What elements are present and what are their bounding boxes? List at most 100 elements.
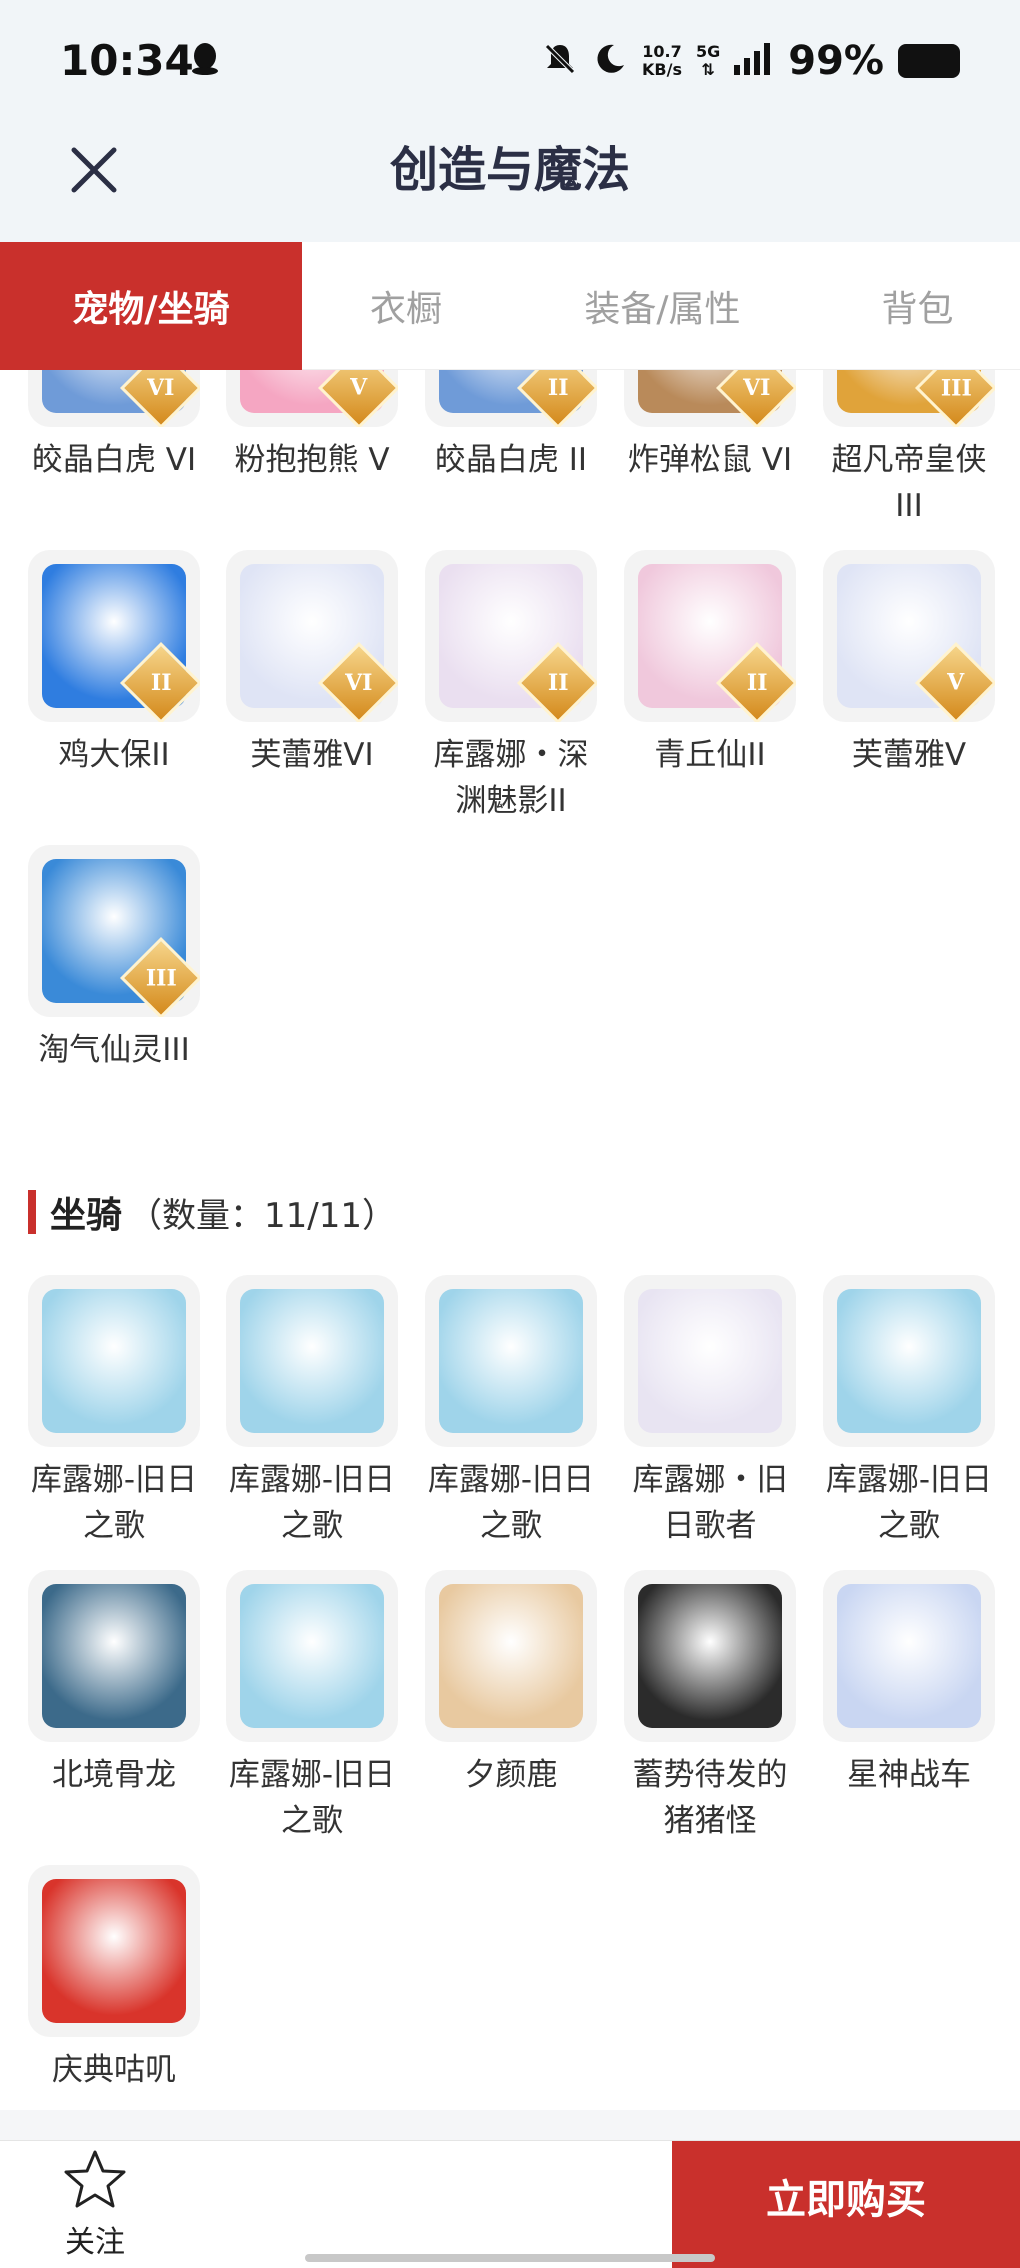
mount-item[interactable]: 库露娜-旧日之歌 bbox=[226, 1570, 398, 1844]
pet-item[interactable]: II 皎晶白虎 II bbox=[425, 370, 597, 483]
item-name: 夕颜鹿 bbox=[464, 1757, 558, 1793]
mount-item[interactable]: 北境骨龙 bbox=[28, 1570, 200, 1798]
tab-bar: 宠物/坐骑 衣橱 装备/属性 背包 bbox=[0, 242, 1020, 370]
item-thumbnail: VI bbox=[226, 550, 398, 722]
follow-label: 关注 bbox=[65, 2225, 125, 2260]
tab-equipment[interactable]: 装备/属性 bbox=[510, 242, 815, 370]
rank-badge: II bbox=[516, 370, 597, 427]
mount-item[interactable]: 库露娜・旧日歌者 bbox=[624, 1275, 796, 1549]
deer-icon bbox=[439, 1584, 583, 1728]
mount-item[interactable]: 库露娜-旧日之歌 bbox=[425, 1275, 597, 1549]
item-thumbnail: V bbox=[226, 370, 398, 427]
pet-item[interactable]: III 淘气仙灵III bbox=[28, 845, 200, 1073]
tab-wardrobe[interactable]: 衣橱 bbox=[302, 242, 510, 370]
rank-badge-label: V bbox=[947, 669, 965, 696]
network-label: 5G bbox=[695, 42, 721, 61]
item-thumbnail bbox=[624, 1275, 796, 1447]
item-name: 库露娜-旧日之歌 bbox=[228, 1462, 396, 1544]
item-name: 超凡帝皇侠 III bbox=[831, 442, 987, 524]
item-name: 鸡大保II bbox=[58, 737, 170, 773]
status-time: 10:34 bbox=[60, 36, 194, 85]
content-area[interactable]: VI 皎晶白虎 VI V 粉抱抱熊 V II 皎晶白虎 II VI 炸弹松鼠 VI III 超凡帝… bbox=[0, 370, 1020, 2140]
mount-item[interactable]: 库露娜-旧日之歌 bbox=[226, 1275, 398, 1549]
star-icon bbox=[63, 2150, 127, 2213]
mount-item[interactable]: 库露娜-旧日之歌 bbox=[823, 1275, 995, 1549]
follow-button[interactable]: 关注 bbox=[50, 2149, 140, 2261]
pet-item[interactable]: III 超凡帝皇侠 III bbox=[823, 370, 995, 529]
item-thumbnail: III bbox=[823, 370, 995, 427]
moon-icon bbox=[592, 41, 628, 81]
item-name: 星神战车 bbox=[847, 1757, 971, 1793]
mounts-section-header: 坐骑 （数量：11/11） bbox=[28, 1187, 396, 1237]
section-count: （数量：11/11） bbox=[128, 1195, 396, 1236]
home-indicator[interactable] bbox=[305, 2254, 715, 2262]
tab-pets-mounts[interactable]: 宠物/坐骑 bbox=[0, 242, 302, 370]
rank-badge-label: II bbox=[547, 670, 569, 696]
star-chariot-icon bbox=[837, 1584, 981, 1728]
pet-item[interactable]: VI 皎晶白虎 VI bbox=[28, 370, 200, 483]
item-name: 皎晶白虎 VI bbox=[31, 442, 197, 478]
mount-item[interactable]: 夕颜鹿 bbox=[425, 1570, 597, 1798]
rank-badge-label: VI bbox=[147, 375, 175, 401]
item-thumbnail: II bbox=[425, 370, 597, 427]
rank-badge: V bbox=[317, 370, 398, 427]
item-name: 蓄势待发的猪猪怪 bbox=[632, 1757, 788, 1839]
rank-badge-label: III bbox=[145, 965, 177, 991]
mount-item[interactable]: 庆典咕叽 bbox=[28, 1865, 200, 2093]
pet-item[interactable]: V 粉抱抱熊 V bbox=[226, 370, 398, 483]
rank-badge: VI bbox=[715, 370, 796, 427]
item-thumbnail: II bbox=[425, 550, 597, 722]
item-name: 芙蕾雅VI bbox=[250, 737, 374, 773]
item-name: 库露娜・深渊魅影II bbox=[433, 737, 589, 819]
item-thumbnail: II bbox=[624, 550, 796, 722]
item-thumbnail bbox=[624, 1570, 796, 1742]
pet-item[interactable]: II 鸡大保II bbox=[28, 550, 200, 778]
battery-icon bbox=[898, 44, 960, 78]
item-thumbnail bbox=[823, 1570, 995, 1742]
item-name: 北境骨龙 bbox=[52, 1757, 176, 1793]
net-speed-unit: KB/s bbox=[642, 60, 682, 79]
item-name: 青丘仙II bbox=[654, 737, 766, 773]
item-thumbnail bbox=[28, 1570, 200, 1742]
item-name: 库露娜-旧日之歌 bbox=[427, 1462, 595, 1544]
section-label: 坐骑 bbox=[50, 1195, 123, 1236]
item-thumbnail bbox=[28, 1865, 200, 2037]
section-accent-bar bbox=[28, 1190, 36, 1234]
nav-bar: 创造与魔法 bbox=[0, 120, 1020, 242]
kuluna-mount-icon bbox=[837, 1289, 981, 1433]
rank-badge-label: III bbox=[940, 375, 972, 401]
pet-item[interactable]: V 芙蕾雅V bbox=[823, 550, 995, 778]
pet-item[interactable]: II 青丘仙II bbox=[624, 550, 796, 778]
pet-item[interactable]: VI 芙蕾雅VI bbox=[226, 550, 398, 778]
item-thumbnail bbox=[226, 1570, 398, 1742]
mount-item[interactable]: 库露娜-旧日之歌 bbox=[28, 1275, 200, 1549]
bottom-separator bbox=[0, 2110, 1020, 2140]
pig-icon bbox=[638, 1584, 782, 1728]
item-thumbnail bbox=[823, 1275, 995, 1447]
mount-item[interactable]: 星神战车 bbox=[823, 1570, 995, 1798]
kuluna-mount-icon bbox=[240, 1289, 384, 1433]
item-name: 库露娜-旧日之歌 bbox=[228, 1757, 396, 1839]
mount-item[interactable]: 蓄势待发的猪猪怪 bbox=[624, 1570, 796, 1844]
item-thumbnail bbox=[28, 1275, 200, 1447]
signal-icon bbox=[734, 43, 774, 79]
mute-icon bbox=[542, 41, 578, 81]
item-thumbnail bbox=[425, 1275, 597, 1447]
pet-item[interactable]: VI 炸弹松鼠 VI bbox=[624, 370, 796, 483]
rank-badge-label: II bbox=[150, 670, 172, 696]
bone-dragon-icon bbox=[42, 1584, 186, 1728]
kuluna-mount-icon bbox=[42, 1289, 186, 1433]
status-bar: 10:34 10.7 KB/s 5G ⇅ 99% bbox=[0, 0, 1020, 120]
item-name: 皎晶白虎 II bbox=[434, 442, 588, 478]
close-icon[interactable] bbox=[62, 138, 126, 202]
item-name: 库露娜-旧日之歌 bbox=[825, 1462, 993, 1544]
item-thumbnail: V bbox=[823, 550, 995, 722]
item-name: 库露娜・旧日歌者 bbox=[632, 1462, 788, 1544]
tab-backpack[interactable]: 背包 bbox=[815, 242, 1020, 370]
item-thumbnail: II bbox=[28, 550, 200, 722]
item-name: 库露娜-旧日之歌 bbox=[30, 1462, 198, 1544]
item-name: 庆典咕叽 bbox=[52, 2052, 176, 2088]
buy-now-button[interactable]: 立即购买 bbox=[672, 2141, 1020, 2268]
pet-item[interactable]: II 库露娜・深渊魅影II bbox=[425, 550, 597, 824]
signal-arrows-icon: ⇅ bbox=[701, 60, 715, 79]
